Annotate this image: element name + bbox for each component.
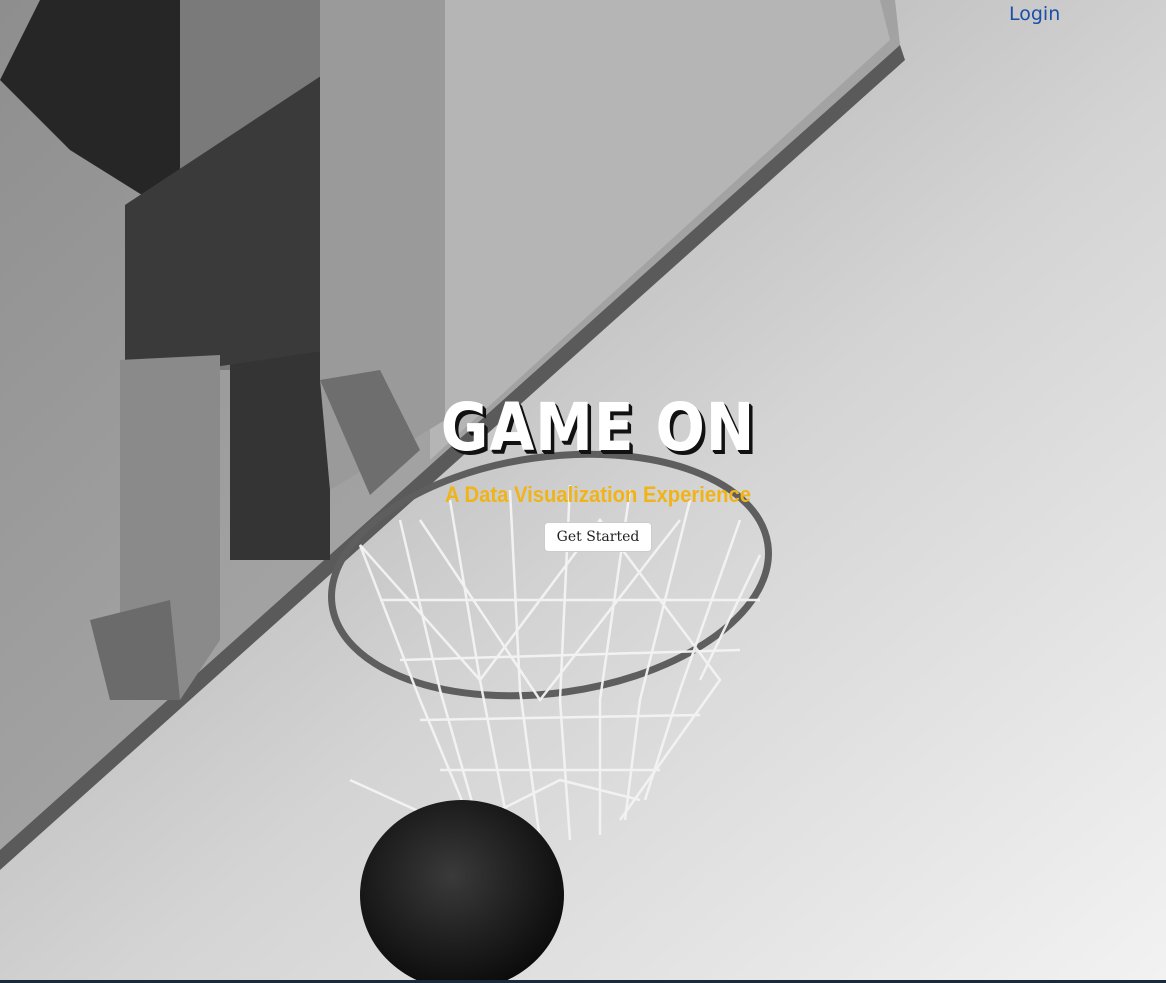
get-started-button[interactable]: Get Started xyxy=(543,522,653,552)
hero-content: GAME ON A Data Visualization Experience … xyxy=(0,392,1166,552)
top-nav xyxy=(966,0,1166,30)
hero-title: GAME ON xyxy=(440,389,756,466)
landing-page: Login GAME ON A Data Visualization Exper… xyxy=(0,0,1166,983)
login-link[interactable]: Login xyxy=(1009,3,1060,25)
hero-subtitle: A Data Visualization Experience xyxy=(445,482,751,507)
